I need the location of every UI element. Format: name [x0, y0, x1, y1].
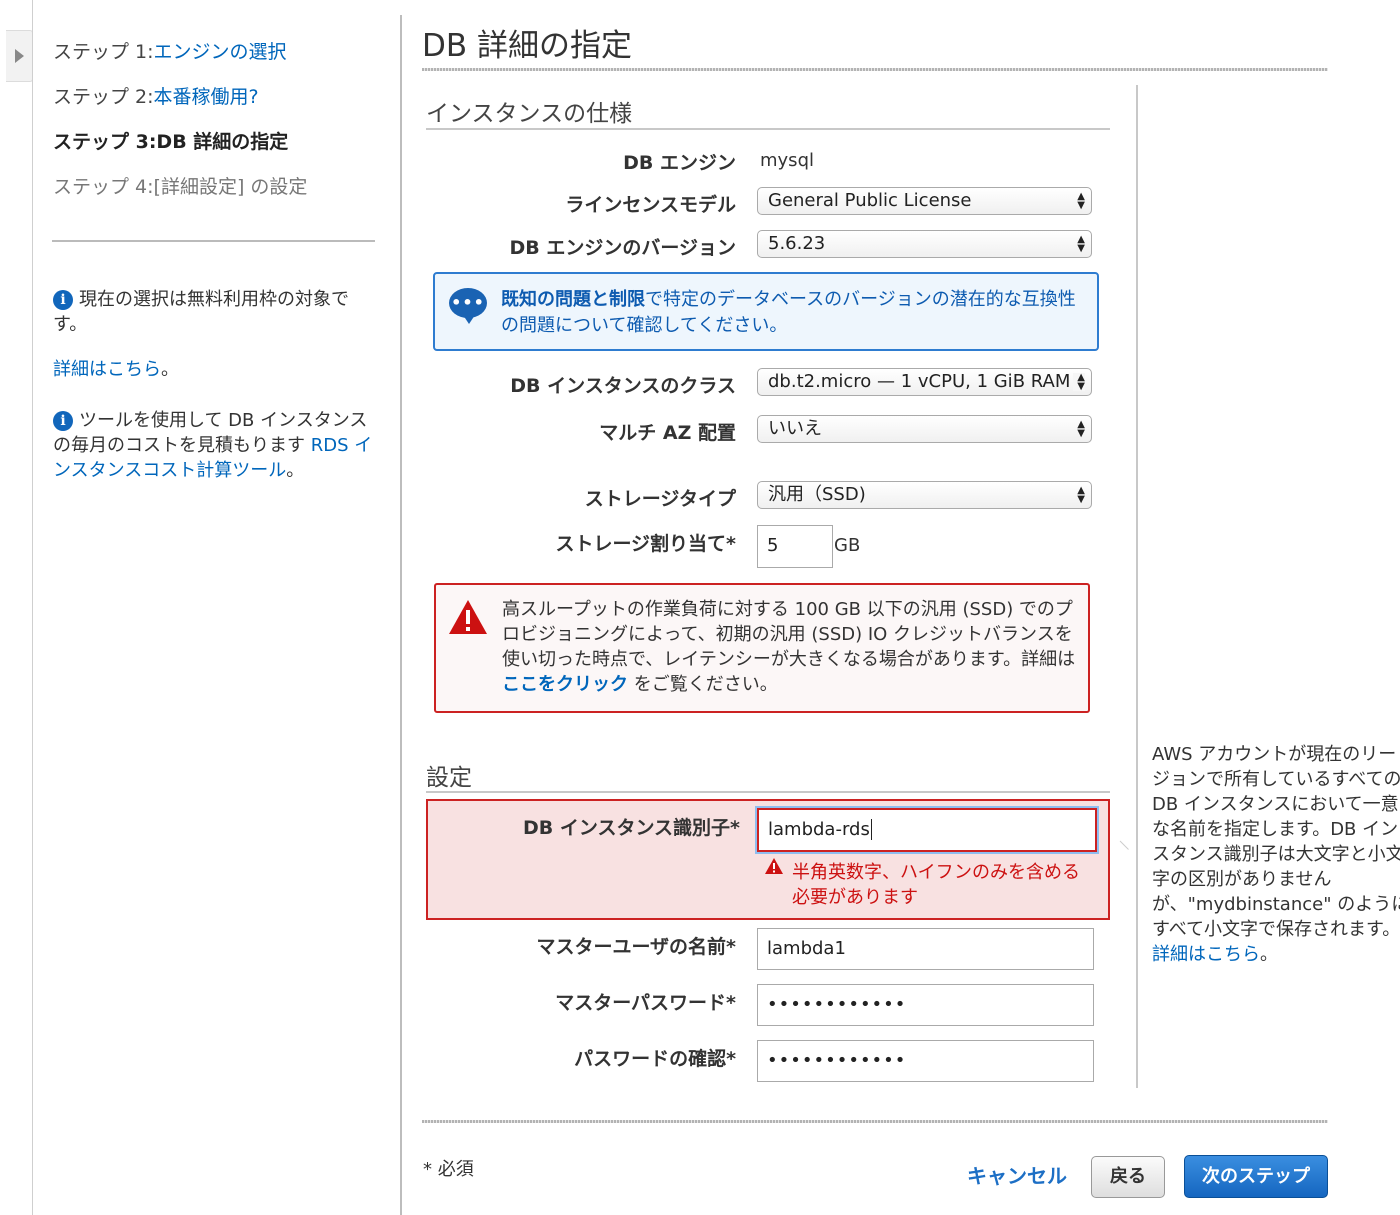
sidebar-divider-vertical: [400, 15, 402, 1215]
section-title-settings: 設定: [426, 765, 472, 791]
master-user-label: マスターユーザの名前*: [536, 936, 736, 958]
section-rule: [426, 128, 1110, 130]
instance-class-select[interactable]: db.t2.micro — 1 vCPU, 1 GiB RAM ▲ ▼: [757, 368, 1092, 396]
help-text: AWS アカウントが現在のリージョンで所有しているすべての DB インスタンスに…: [1152, 744, 1400, 965]
page-title: DB 詳細の指定: [422, 28, 632, 64]
db-engine-label: DB エンジン: [623, 152, 736, 174]
click-here-link[interactable]: ここをクリック: [502, 674, 628, 695]
known-issues-link[interactable]: 既知の問題と制限: [501, 289, 645, 310]
known-issues-text: 既知の問題と制限で特定のデータベースのバージョンの潜在的な互換性の問題について確…: [501, 289, 1076, 336]
multi-az-select[interactable]: いいえ ▲ ▼: [757, 415, 1092, 443]
storage-warning: 高スループットの作業負荷に対する 100 GB 以下の汎用 (SSD) でのプロ…: [434, 583, 1090, 713]
storage-type-label: ストレージタイプ: [584, 488, 736, 510]
version-label: DB エンジンのバージョン: [509, 237, 737, 259]
step-3-current: ステップ 3:DB 詳細の指定: [53, 131, 289, 153]
footer-rule: [422, 1120, 1328, 1123]
free-tier-details: 詳細はこちら。: [53, 359, 179, 380]
cost-note: i ツールを使用して DB インスタンスの毎月のコストを見積もります RDS イン…: [53, 410, 373, 481]
help-pointer: [1119, 832, 1138, 850]
version-select[interactable]: 5.6.23 ▲ ▼: [757, 230, 1092, 258]
identifier-input[interactable]: lambda-rds: [757, 808, 1097, 852]
select-arrows-icon: ▲ ▼: [1073, 373, 1085, 392]
master-password-input[interactable]: ••••••••••••: [757, 984, 1094, 1026]
db-engine-value: mysql: [760, 150, 814, 171]
caret-right-icon: [15, 49, 24, 63]
select-arrows-icon: ▲ ▼: [1077, 234, 1085, 254]
identifier-label: DB インスタンス識別子*: [522, 817, 740, 839]
select-arrows-icon: ▲ ▼: [1077, 419, 1085, 439]
sidebar-collapse-toggle[interactable]: [6, 30, 33, 82]
license-label: ラインセンスモデル: [565, 194, 736, 216]
section-rule: [426, 791, 1110, 793]
warning-text: 高スループットの作業負荷に対する 100 GB 以下の汎用 (SSD) でのプロ…: [502, 599, 1076, 695]
step-2-link[interactable]: 本番稼働用?: [154, 86, 259, 108]
master-password-label: マスターパスワード*: [555, 992, 736, 1014]
next-step-button[interactable]: 次のステップ: [1184, 1155, 1328, 1198]
master-user-input[interactable]: lambda1: [757, 928, 1094, 970]
select-arrows-icon: ▲ ▼: [1077, 191, 1085, 211]
step-1: ステップ 1:エンジンの選択: [53, 41, 287, 63]
confirm-password-label: パスワードの確認*: [574, 1048, 736, 1070]
warning-icon: [449, 600, 487, 634]
details-link[interactable]: 詳細はこちら: [53, 359, 161, 380]
required-note: * 必須: [423, 1159, 474, 1180]
known-issues-banner: ••• 既知の問題と制限で特定のデータベースのバージョンの潜在的な互換性の問題に…: [433, 272, 1099, 351]
multi-az-label: マルチ AZ 配置: [599, 422, 736, 444]
cancel-button[interactable]: キャンセル: [967, 1160, 1067, 1189]
chat-bubble-icon: •••: [449, 288, 487, 324]
license-select[interactable]: General Public License ▲ ▼: [757, 187, 1092, 215]
back-button[interactable]: 戻る: [1091, 1156, 1165, 1198]
text-cursor: [870, 819, 872, 840]
section-title-instance-spec: インスタンスの仕様: [426, 101, 633, 127]
free-tier-note: i 現在の選択は無料利用枠の対象です。: [53, 289, 349, 335]
step-2: ステップ 2:本番稼働用?: [53, 86, 259, 108]
sidebar-divider: [52, 240, 375, 242]
help-pane-divider: [1136, 85, 1138, 1088]
left-border: [32, 0, 33, 1215]
info-icon: i: [53, 290, 73, 310]
step-4: ステップ 4:[詳細設定] の設定: [53, 176, 308, 198]
info-icon: i: [53, 411, 73, 431]
title-rule: [422, 68, 1328, 71]
confirm-password-input[interactable]: ••••••••••••: [757, 1040, 1094, 1082]
step-1-link[interactable]: エンジンの選択: [154, 41, 287, 63]
storage-unit: GB: [834, 535, 861, 556]
identifier-error-message: 半角英数字、ハイフンのみを含める必要があります: [792, 862, 1080, 908]
storage-allocation-label: ストレージ割り当て*: [555, 533, 736, 555]
instance-class-label: DB インスタンスのクラス: [510, 375, 736, 397]
storage-type-select[interactable]: 汎用（SSD) ▲ ▼: [757, 481, 1092, 509]
select-arrows-icon: ▲ ▼: [1077, 485, 1085, 505]
help-details-link[interactable]: 詳細はこちら: [1152, 944, 1260, 965]
storage-allocation-input[interactable]: 5: [757, 525, 833, 568]
error-warning-icon: [765, 858, 783, 874]
